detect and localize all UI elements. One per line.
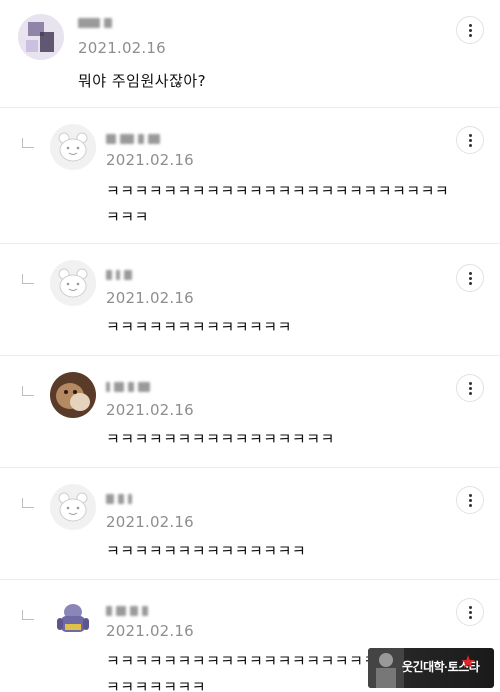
comment-date: 2021.02.16 xyxy=(106,513,194,531)
cat-photo-avatar xyxy=(50,372,96,418)
more-vertical-icon[interactable] xyxy=(456,264,484,292)
comment-text: 뭐야 주임원사잖아? xyxy=(78,72,207,90)
reply-arrow-icon xyxy=(22,274,34,284)
more-vertical-icon[interactable] xyxy=(456,126,484,154)
username-blurred[interactable] xyxy=(106,380,150,394)
comment-text: ㅋㅋㅋㅋㅋㅋㅋㅋㅋㅋㅋㅋㅋㅋ xyxy=(106,542,307,560)
default-bear-avatar xyxy=(50,484,96,530)
more-vertical-icon[interactable] xyxy=(456,374,484,402)
reply-item: 2021.02.16 ㅋㅋㅋㅋㅋㅋㅋㅋㅋㅋㅋㅋㅋㅋㅋㅋㅋㅋㅋㅋㅋㅋㅋㅋㅋㅋㅋ xyxy=(0,108,500,244)
more-vertical-icon[interactable] xyxy=(456,16,484,44)
comment-text: ㅋㅋㅋㅋㅋㅋㅋㅋㅋㅋㅋㅋㅋㅋㅋㅋㅋㅋㅋㅋㅋㅋㅋㅋㅋㅋㅋ xyxy=(106,182,450,226)
comment-date: 2021.02.16 xyxy=(106,151,194,169)
comment-date: 2021.02.16 xyxy=(106,401,194,419)
comment-text: ㅋㅋㅋㅋㅋㅋㅋㅋㅋㅋㅋㅋㅋㅋㅋㅋㅋㅋㅋㅋㅋㅋㅋㅋㅋㅋ xyxy=(106,652,378,692)
reply-arrow-icon xyxy=(22,610,34,620)
username-blurred[interactable] xyxy=(106,492,132,506)
avatar[interactable] xyxy=(18,14,64,60)
comment-date: 2021.02.16 xyxy=(78,39,166,57)
site-watermark-logo: 웃긴대학·토스타 ★ xyxy=(368,648,494,688)
star-icon: ★ xyxy=(460,652,477,673)
username-blurred[interactable] xyxy=(106,268,132,282)
default-bear-avatar xyxy=(50,124,96,170)
comment-date: 2021.02.16 xyxy=(106,289,194,307)
comment-text: ㅋㅋㅋㅋㅋㅋㅋㅋㅋㅋㅋㅋㅋㅋㅋㅋ xyxy=(106,430,335,448)
avatar[interactable] xyxy=(50,372,96,418)
username-blurred[interactable] xyxy=(78,16,112,30)
avatar[interactable] xyxy=(50,124,96,170)
username-blurred[interactable] xyxy=(106,604,148,618)
reply-arrow-icon xyxy=(22,498,34,508)
avatar[interactable] xyxy=(50,596,96,642)
reply-item: 2021.02.16 ㅋㅋㅋㅋㅋㅋㅋㅋㅋㅋㅋㅋㅋ xyxy=(0,244,500,356)
comment-date: 2021.02.16 xyxy=(106,622,194,640)
avatar-image xyxy=(18,14,64,60)
comment-text: ㅋㅋㅋㅋㅋㅋㅋㅋㅋㅋㅋㅋㅋ xyxy=(106,318,292,336)
comment-item: 2021.02.16 뭐야 주임원사잖아? xyxy=(0,0,500,108)
reply-arrow-icon xyxy=(22,386,34,396)
avatar[interactable] xyxy=(50,484,96,530)
figure-icon xyxy=(368,648,404,688)
character-avatar xyxy=(50,596,96,642)
reply-item: 2021.02.16 ㅋㅋㅋㅋㅋㅋㅋㅋㅋㅋㅋㅋㅋㅋㅋㅋ xyxy=(0,356,500,468)
username-blurred[interactable] xyxy=(106,132,160,146)
more-vertical-icon[interactable] xyxy=(456,598,484,626)
reply-item: 2021.02.16 ㅋㅋㅋㅋㅋㅋㅋㅋㅋㅋㅋㅋㅋㅋ xyxy=(0,468,500,580)
reply-arrow-icon xyxy=(22,138,34,148)
avatar[interactable] xyxy=(50,260,96,306)
default-bear-avatar xyxy=(50,260,96,306)
more-vertical-icon[interactable] xyxy=(456,486,484,514)
